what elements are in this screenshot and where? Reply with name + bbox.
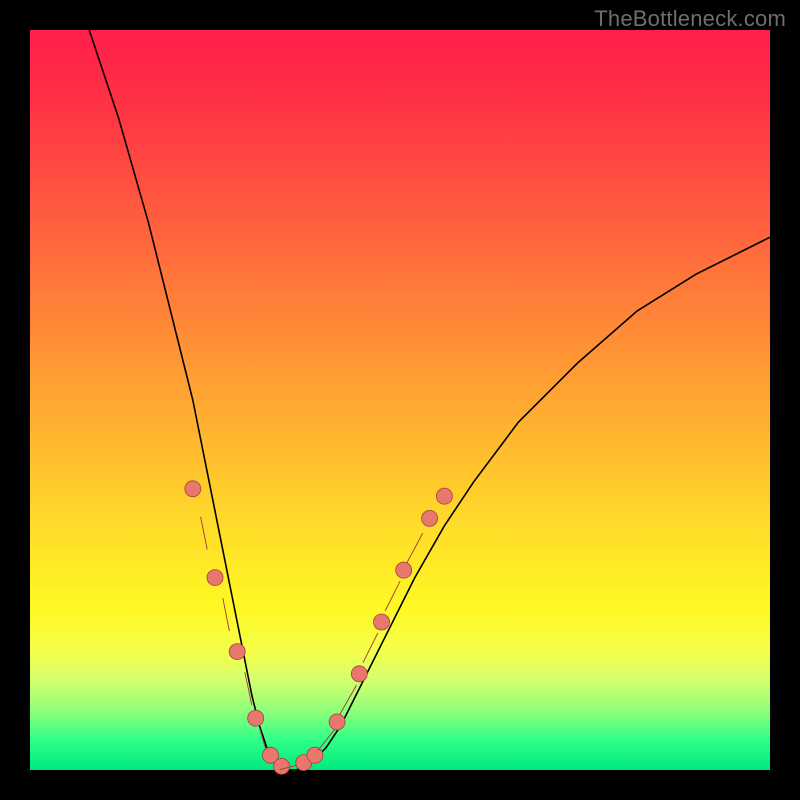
data-point bbox=[329, 714, 345, 730]
data-segment bbox=[385, 582, 400, 611]
data-segment bbox=[363, 633, 378, 662]
data-point bbox=[229, 644, 245, 660]
watermark-text: TheBottleneck.com bbox=[594, 6, 786, 32]
data-point bbox=[351, 666, 367, 682]
chart-overlay-svg bbox=[30, 30, 770, 770]
data-segment bbox=[201, 517, 207, 549]
plot-area bbox=[30, 30, 770, 770]
chart-stage: TheBottleneck.com bbox=[0, 0, 800, 800]
data-point bbox=[396, 562, 412, 578]
data-segment bbox=[223, 599, 229, 631]
data-point bbox=[185, 481, 201, 497]
data-point bbox=[248, 710, 264, 726]
data-segment bbox=[407, 534, 422, 563]
data-point bbox=[274, 758, 290, 774]
data-point bbox=[422, 510, 438, 526]
data-point bbox=[307, 747, 323, 763]
data-point bbox=[207, 570, 223, 586]
data-point bbox=[436, 488, 452, 504]
data-point bbox=[374, 614, 390, 630]
bottleneck-curve bbox=[89, 30, 770, 770]
data-markers bbox=[185, 481, 453, 775]
